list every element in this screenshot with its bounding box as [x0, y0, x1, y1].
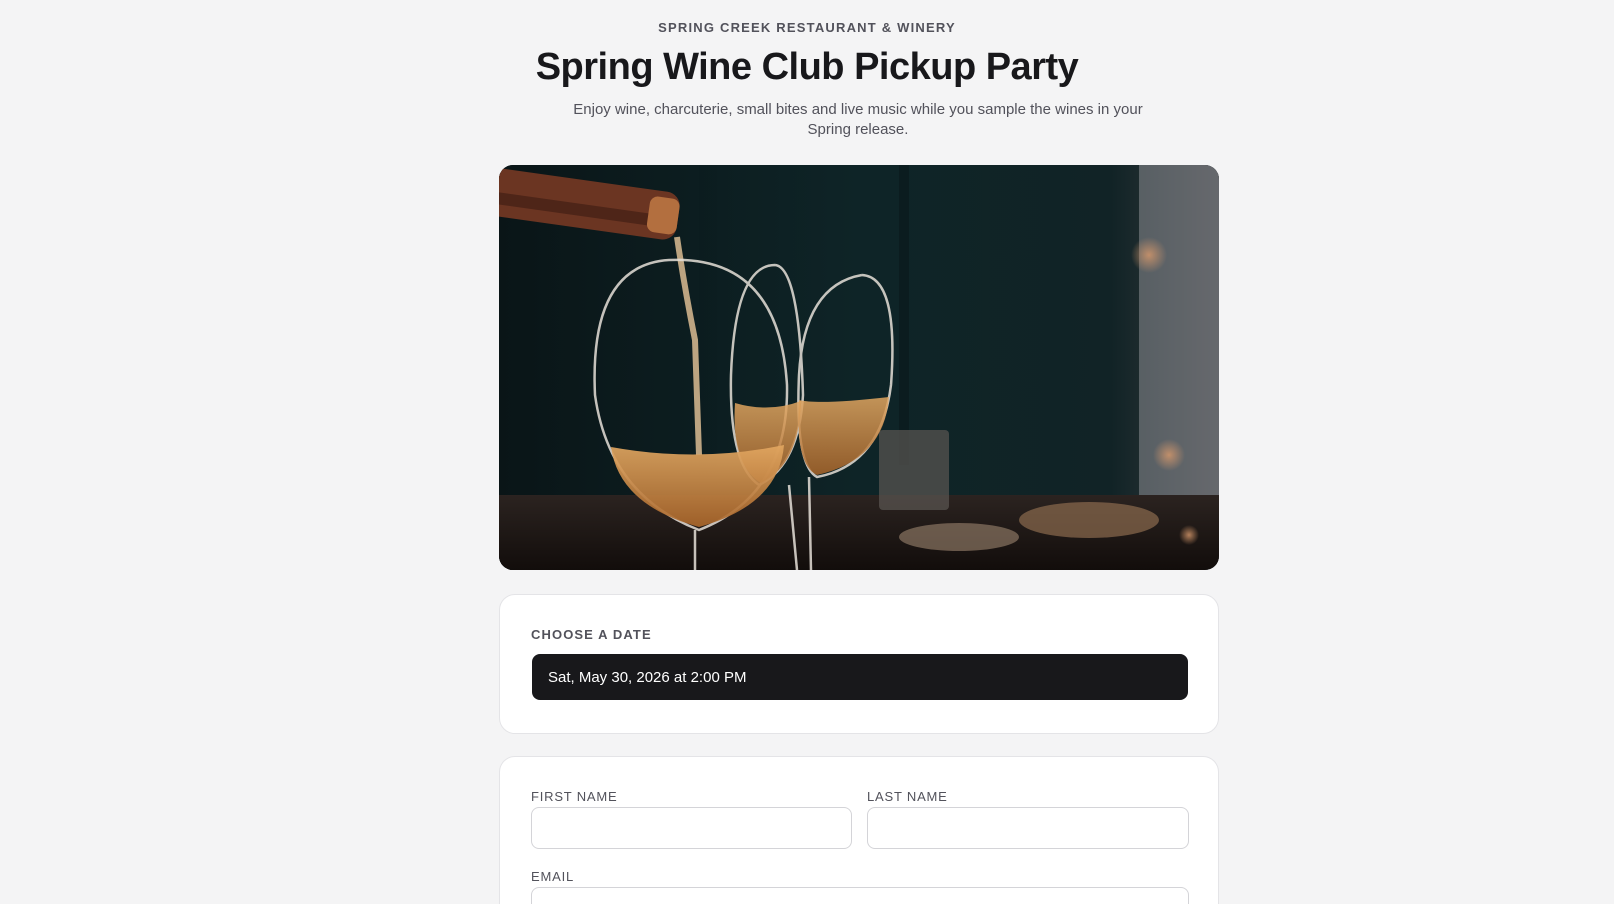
email-label: EMAIL — [531, 869, 575, 884]
attendee-form-card: FIRST NAME LAST NAME EMAIL — [499, 756, 1219, 904]
page: SPRING CREEK RESTAURANT & WINERY Spring … — [0, 0, 1614, 904]
wine-pour-photo-icon — [499, 165, 1219, 570]
last-name-input[interactable] — [867, 807, 1189, 849]
date-option-button[interactable]: Sat, May 30, 2026 at 2:00 PM — [532, 654, 1188, 700]
hero-image — [499, 165, 1219, 570]
venue-name: SPRING CREEK RESTAURANT & WINERY — [658, 20, 956, 35]
first-name-input[interactable] — [531, 807, 852, 849]
first-name-label: FIRST NAME — [531, 789, 618, 804]
page-title: Spring Wine Club Pickup Party — [535, 46, 1079, 88]
date-card: CHOOSE A DATE Sat, May 30, 2026 at 2:00 … — [499, 594, 1219, 734]
event-description: Enjoy wine, charcuterie, small bites and… — [573, 101, 1143, 138]
choose-date-label: CHOOSE A DATE — [531, 627, 652, 642]
email-input[interactable] — [531, 887, 1189, 904]
last-name-label: LAST NAME — [867, 789, 948, 804]
